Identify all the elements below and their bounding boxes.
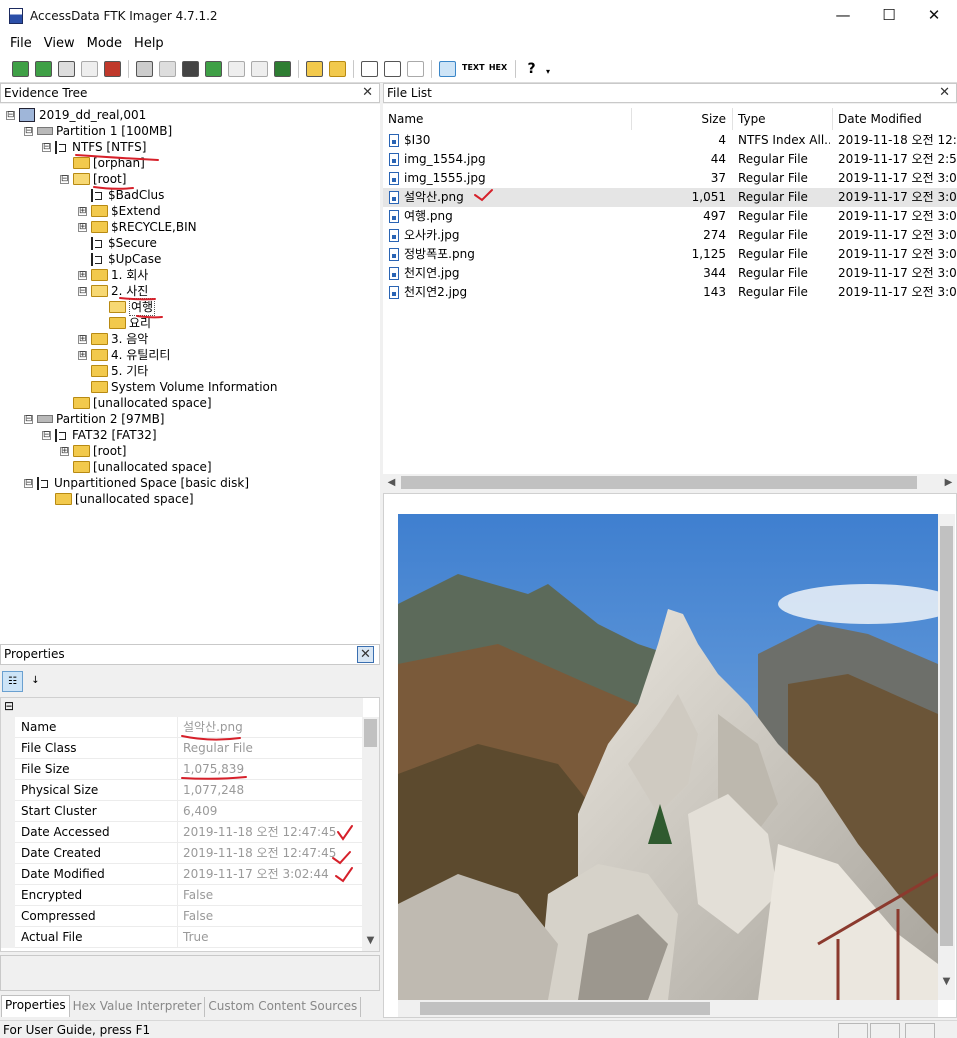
ftk-imager-window: AccessData FTK Imager 4.7.1.2 — ☐ ✕ File…: [0, 0, 957, 1038]
red-annotations: [75, 154, 493, 883]
